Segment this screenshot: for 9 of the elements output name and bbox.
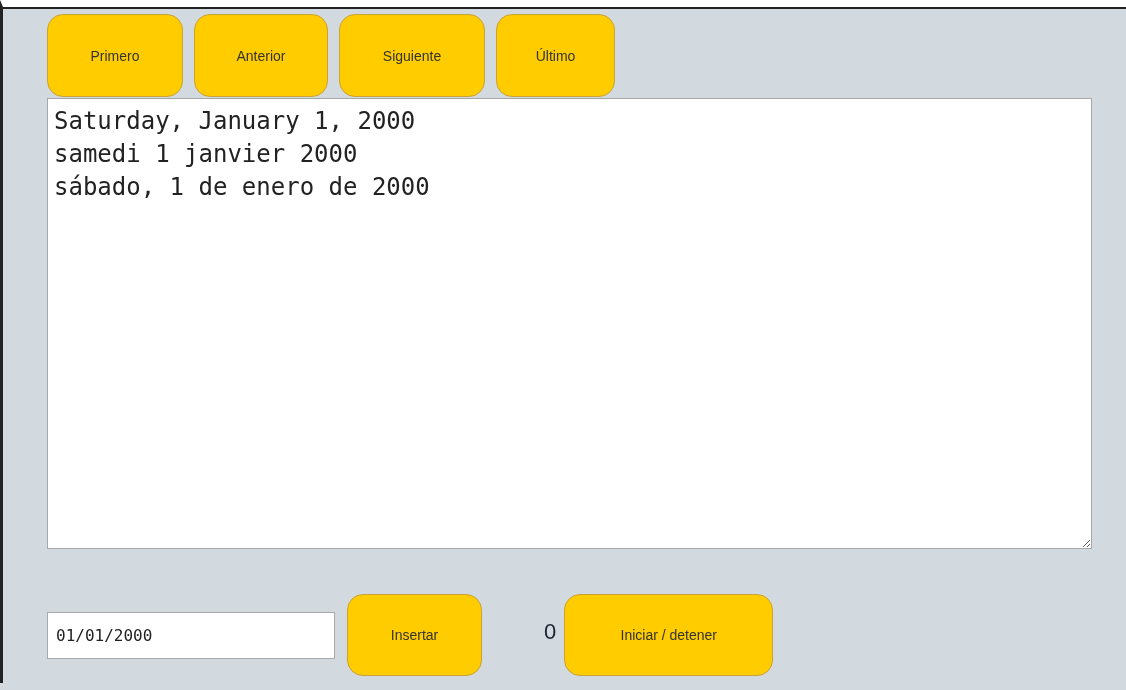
start-stop-button[interactable]: Iniciar / detener — [564, 594, 774, 676]
last-button[interactable]: Último — [496, 14, 615, 97]
previous-button[interactable]: Anterior — [194, 14, 328, 97]
insert-button[interactable]: Insertar — [347, 594, 482, 676]
next-button[interactable]: Siguiente — [339, 14, 485, 97]
text-area[interactable]: Saturday, January 1, 2000 samedi 1 janvier 2000 sábado, 1 de enero de 2000 — [47, 98, 1092, 549]
date-input-field[interactable]: 01/01/2000 — [47, 611, 335, 659]
counter-text: 0 — [544, 619, 557, 646]
first-button[interactable]: Primero — [47, 14, 183, 97]
